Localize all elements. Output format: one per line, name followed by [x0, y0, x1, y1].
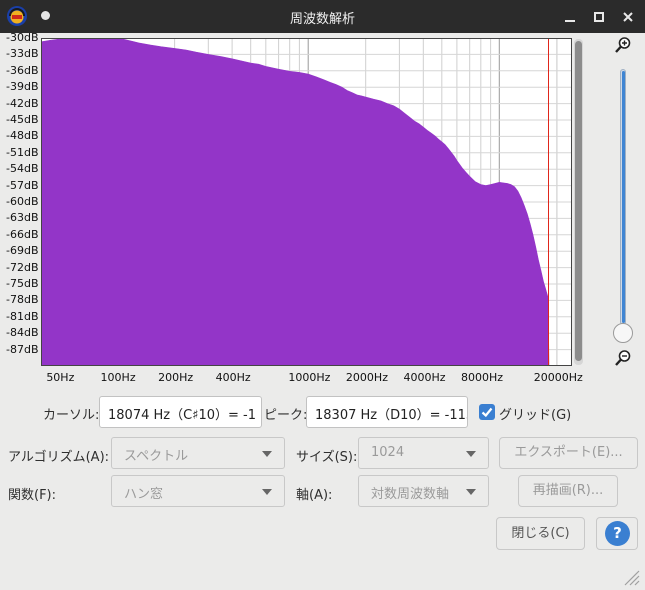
minimize-icon[interactable] [561, 8, 579, 26]
y-tick-label: -60dB [6, 195, 39, 208]
y-tick-label: -69dB [6, 244, 39, 258]
zoom-slider-fill [622, 71, 625, 323]
size-label: サイズ(S): [296, 450, 358, 465]
size-select[interactable]: 1024 [358, 437, 489, 469]
y-tick-label: -63dB [6, 211, 39, 225]
y-tick-label: -51dB [6, 145, 39, 159]
chevron-down-icon [262, 489, 272, 495]
y-tick-label: -39dB [6, 80, 39, 94]
algorithm-label: アルゴリズム(A): [8, 450, 110, 465]
function-label: 関数(F): [8, 488, 57, 503]
axis-label: 軸(A): [296, 488, 333, 503]
y-tick-label: -72dB [6, 260, 39, 274]
size-select-value: 1024 [371, 445, 405, 460]
x-tick-label: 4000Hz [403, 371, 446, 384]
y-tick-label: -48dB [6, 129, 39, 143]
x-tick-label: 1000Hz [288, 371, 331, 384]
close-button[interactable]: 閉じる(C) [496, 517, 585, 550]
x-tick-label: 400Hz [215, 371, 251, 384]
export-button[interactable]: エクスポート(E)... [499, 437, 638, 469]
axis-select[interactable]: 対数周波数軸 [358, 475, 489, 507]
axis-select-value: 対数周波数軸 [371, 487, 450, 502]
spectrum-plot[interactable] [41, 38, 572, 366]
help-button[interactable]: ? [596, 517, 638, 550]
x-tick-label: 100Hz [100, 371, 136, 384]
cursor-value-field[interactable]: 18074 Hz（C♯10）= -1 [99, 396, 262, 428]
chevron-down-icon [466, 451, 476, 457]
cursor-label: カーソル: [43, 408, 100, 423]
x-tick-label: 200Hz [158, 371, 194, 384]
y-tick-label: -57dB [6, 178, 39, 192]
zoom-in-icon[interactable] [614, 36, 632, 54]
y-tick-label: -81dB [6, 309, 39, 323]
plot-vertical-scrollbar[interactable] [574, 39, 583, 365]
y-tick-label: -45dB [6, 113, 39, 126]
x-tick-label: 20000Hz [533, 371, 583, 384]
zoom-slider-track[interactable] [620, 69, 626, 325]
y-tick-label: -75dB [6, 277, 39, 290]
y-tick-label: -30dB [6, 31, 39, 44]
algorithm-select[interactable]: スペクトル [111, 437, 285, 469]
peak-value-field[interactable]: 18307 Hz（D10）= -113 [306, 396, 468, 428]
algorithm-select-value: スペクトル [124, 449, 189, 464]
y-tick-label: -66dB [6, 227, 39, 241]
chevron-down-icon [466, 489, 476, 495]
y-tick-label: -42dB [6, 96, 39, 110]
title-bar: 周波数解析 [0, 0, 645, 33]
y-tick-label: -78dB [6, 293, 39, 307]
maximize-icon[interactable] [590, 8, 608, 26]
window-title: 周波数解析 [289, 12, 355, 27]
resize-grip-icon[interactable] [622, 568, 640, 586]
y-tick-label: -33dB [6, 47, 39, 61]
help-icon: ? [605, 521, 630, 546]
x-tick-label: 8000Hz [461, 371, 504, 384]
function-select[interactable]: ハン窓 [111, 475, 285, 507]
y-tick-label: -36dB [6, 63, 39, 77]
replot-button[interactable]: 再描画(R)... [518, 475, 618, 507]
y-tick-label: -84dB [6, 326, 39, 340]
y-tick-label: -87dB [6, 342, 39, 356]
grid-label[interactable]: グリッド(G) [499, 404, 571, 423]
chevron-down-icon [262, 451, 272, 457]
x-tick-label: 50Hz [46, 371, 75, 384]
y-tick-label: -54dB [6, 162, 39, 176]
zoom-out-icon[interactable] [614, 349, 632, 367]
zoom-slider-knob[interactable] [613, 323, 633, 343]
peak-label: ピーク: [264, 408, 308, 423]
close-window-icon[interactable] [619, 8, 637, 26]
function-select-value: ハン窓 [124, 487, 164, 502]
scrollbar-thumb[interactable] [575, 41, 582, 361]
x-tick-label: 2000Hz [345, 371, 388, 384]
grid-checkbox[interactable] [479, 404, 495, 420]
